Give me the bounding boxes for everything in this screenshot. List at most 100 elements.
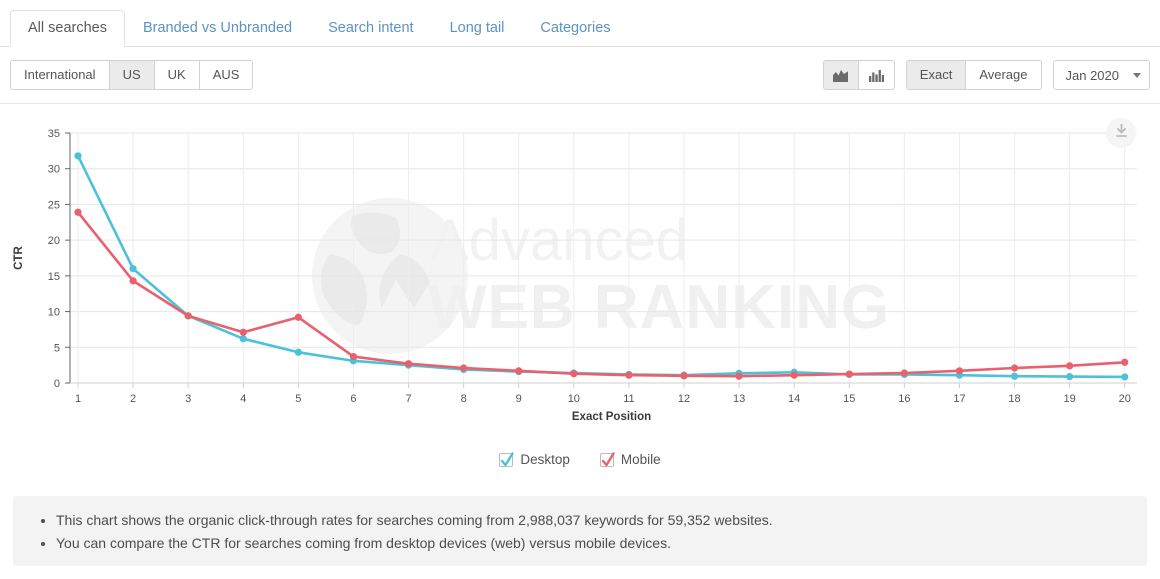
x-axis-tick-label: 13 (733, 393, 745, 405)
x-axis-tick-label: 5 (295, 393, 301, 405)
chart-container: Advanced WEB RANKING 0 5 10 15 20 25 30 35 CTR 1 2 3 4… (0, 104, 1160, 469)
download-icon (1115, 122, 1128, 143)
x-axis-tick-label: 9 (516, 393, 522, 405)
data-point[interactable] (570, 370, 578, 378)
date-select[interactable]: Jan 2020 (1052, 60, 1150, 90)
data-point[interactable] (1010, 372, 1019, 380)
x-axis-tick-label: 19 (1064, 393, 1076, 405)
download-button[interactable] (1106, 118, 1136, 148)
y-axis-tick-label: 10 (48, 307, 60, 319)
data-point[interactable] (515, 367, 523, 375)
x-axis-tick-label: 7 (405, 393, 411, 405)
data-point[interactable] (349, 352, 358, 361)
y-axis-title: CTR (13, 245, 25, 269)
area-chart-button[interactable] (822, 60, 859, 90)
region-button-us[interactable]: US (109, 60, 155, 90)
data-point[interactable] (239, 328, 247, 336)
data-point[interactable] (404, 360, 413, 368)
description-bullet: This chart shows the organic click-throu… (56, 509, 1147, 532)
y-axis-tick-label: 20 (48, 235, 60, 247)
mode-button-exact[interactable]: Exact (905, 60, 967, 90)
x-axis-tick-label: 8 (461, 393, 467, 405)
mobile-checkbox[interactable] (599, 451, 615, 467)
mode-button-average[interactable]: Average (966, 60, 1042, 90)
bar-chart-button[interactable] (858, 60, 895, 90)
region-filter-group: International US UK AUS (10, 60, 254, 90)
data-point[interactable] (1121, 373, 1129, 381)
data-point[interactable] (294, 348, 302, 356)
y-axis-tick-label: 5 (54, 342, 60, 354)
mode-group: Exact Average (905, 60, 1042, 90)
region-label-international: International (10, 60, 110, 90)
region-button-aus[interactable]: AUS (199, 60, 254, 90)
mode-label-text: Average (979, 66, 1028, 82)
data-point[interactable] (790, 371, 798, 379)
x-axis-tick-label: 4 (240, 393, 246, 405)
x-axis-tick-label: 16 (898, 393, 910, 405)
legend-item-mobile[interactable]: Mobile (599, 451, 661, 467)
legend-label-mobile: Mobile (620, 452, 661, 467)
region-label-text: UK (167, 66, 186, 82)
date-select-value: Jan 2020 (1065, 67, 1120, 83)
data-point[interactable] (900, 369, 908, 377)
tab-label: Long tail (449, 19, 505, 36)
data-point[interactable] (74, 208, 82, 216)
desktop-checkbox[interactable] (499, 451, 515, 467)
data-point[interactable] (845, 370, 853, 378)
y-axis-tick-label: 15 (48, 271, 60, 283)
region-button-uk[interactable]: UK (154, 60, 200, 90)
data-point[interactable] (74, 152, 82, 160)
x-axis-tick-label: 17 (953, 393, 965, 405)
description-list: This chart shows the organic click-throu… (13, 509, 1147, 555)
x-axis-tick-label: 2 (130, 393, 136, 405)
data-point[interactable] (1066, 372, 1074, 381)
y-axis-tick-label: 0 (54, 378, 60, 390)
legend-item-desktop[interactable]: Desktop (499, 451, 570, 467)
area-chart-icon (833, 69, 849, 82)
tab-search-intent[interactable]: Search intent (310, 10, 431, 48)
tab-long-tail[interactable]: Long tail (432, 10, 523, 48)
tab-label: Search intent (328, 19, 414, 36)
x-axis-tick-label: 10 (568, 393, 580, 405)
tab-all-searches[interactable]: All searches (10, 9, 125, 47)
data-point[interactable] (184, 312, 192, 320)
tab-label: Categories (540, 19, 611, 36)
data-point[interactable] (955, 367, 964, 375)
description-bullet: You can compare the CTR for searches com… (56, 532, 1147, 555)
data-point[interactable] (239, 335, 247, 343)
data-point[interactable] (129, 277, 137, 285)
x-axis-tick-label: 1 (75, 393, 81, 405)
data-point[interactable] (129, 265, 137, 273)
tab-branded-vs-unbranded[interactable]: Branded vs Unbranded (125, 10, 310, 48)
tab-categories[interactable]: Categories (522, 10, 628, 48)
chart-type-group (822, 60, 895, 90)
data-point[interactable] (735, 372, 743, 380)
bar-chart-icon (868, 69, 884, 82)
x-axis-tick-label: 18 (1008, 393, 1020, 405)
y-axis-tick-label: 30 (48, 164, 60, 176)
main-tabbar: All searches Branded vs Unbranded Search… (0, 0, 1160, 47)
mode-label-text: Exact (919, 66, 953, 82)
data-point[interactable] (1066, 362, 1074, 370)
data-point[interactable] (294, 313, 302, 321)
x-axis-tick-label: 14 (788, 393, 800, 405)
y-axis-tick-label: 35 (48, 128, 60, 140)
x-axis-title: Exact Position (572, 411, 651, 423)
x-axis-tick-label: 20 (1119, 393, 1131, 405)
data-point[interactable] (625, 371, 633, 379)
x-axis-tick-label: 11 (623, 393, 634, 405)
data-point[interactable] (460, 364, 468, 372)
ctr-line-chart: AdvancedWEB RANKING05101520253035CTR1 2 3 4… (13, 128, 1137, 423)
chart-toolbar: International US UK AUS Exact Average Ja… (0, 47, 1160, 104)
chevron-down-icon (1133, 72, 1141, 78)
data-point[interactable] (680, 372, 688, 380)
chart-description-panel: This chart shows the organic click-throu… (13, 496, 1147, 566)
tab-label: Branded vs Unbranded (142, 19, 293, 36)
x-axis-tick-label: 15 (843, 393, 855, 405)
chart-legend: Desktop Mobile (0, 451, 1160, 467)
region-label-text: International (24, 66, 96, 82)
data-point[interactable] (1121, 358, 1129, 366)
data-point[interactable] (1010, 364, 1019, 372)
legend-label-desktop: Desktop (520, 452, 570, 467)
region-label-text: US (122, 66, 141, 82)
